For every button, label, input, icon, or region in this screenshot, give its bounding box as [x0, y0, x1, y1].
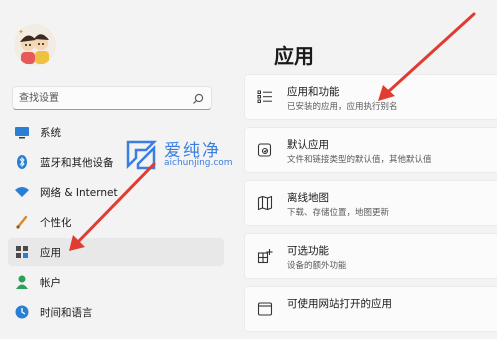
- sidebar-item-label: 应用: [40, 246, 61, 259]
- avatar-image: ✦: [14, 24, 56, 66]
- card-subtitle: 设备的额外功能: [287, 261, 347, 271]
- sidebar-item-label: 蓝牙和其他设备: [40, 156, 114, 169]
- default-app-icon: [257, 142, 273, 158]
- apps-icon: [14, 244, 30, 260]
- card-apps-for-websites[interactable]: 可使用网站打开的应用: [244, 286, 497, 332]
- sidebar-item-time-language[interactable]: 时间和语言: [8, 298, 224, 326]
- sidebar-item-label: 个性化: [40, 216, 72, 229]
- card-title: 默认应用: [287, 139, 329, 151]
- sidebar-item-label: 系统: [40, 126, 61, 139]
- globe-clock-icon: [14, 304, 30, 320]
- brush-icon: [14, 214, 30, 230]
- card-subtitle: 文件和链接类型的默认值，其他默认值: [287, 155, 432, 165]
- search-box[interactable]: [12, 86, 212, 110]
- person-icon: [14, 274, 30, 290]
- card-title: 可使用网站打开的应用: [287, 298, 392, 310]
- page-title: 应用: [274, 44, 314, 68]
- map-icon: [257, 195, 273, 211]
- optional-features-icon: [257, 248, 273, 264]
- search-icon[interactable]: [191, 91, 205, 105]
- sidebar-item-apps[interactable]: 应用: [8, 238, 224, 266]
- sidebar-item-accounts[interactable]: 帐户: [8, 268, 224, 296]
- watermark: 爱纯净 aichunjing.com: [124, 136, 234, 176]
- monitor-icon: [14, 124, 30, 140]
- card-subtitle: 已安装的应用，应用执行别名: [287, 102, 398, 112]
- sidebar-item-personalization[interactable]: 个性化: [8, 208, 224, 236]
- card-default-apps[interactable]: 默认应用 文件和链接类型的默认值，其他默认值: [244, 127, 497, 173]
- watermark-logo-icon: [126, 140, 158, 170]
- card-subtitle: 下载、存储位置，地图更新: [287, 208, 390, 218]
- web-app-icon: [257, 301, 273, 317]
- card-offline-maps[interactable]: 离线地图 下载、存储位置，地图更新: [244, 180, 497, 226]
- card-apps-features[interactable]: 应用和功能 已安装的应用，应用执行别名: [244, 74, 497, 120]
- card-optional-features[interactable]: 可选功能 设备的额外功能: [244, 233, 497, 279]
- sidebar-item-label: 网络 & Internet: [40, 186, 118, 199]
- sidebar-item-label: 时间和语言: [40, 306, 93, 319]
- search-input[interactable]: [19, 90, 189, 106]
- card-title: 离线地图: [287, 192, 329, 204]
- avatar[interactable]: ✦: [14, 24, 56, 66]
- bluetooth-icon: [14, 154, 30, 170]
- sidebar-item-label: 帐户: [40, 276, 61, 289]
- svg-text:✦: ✦: [18, 28, 24, 36]
- watermark-url: aichunjing.com: [164, 158, 233, 168]
- settings-card-list: 应用和功能 已安装的应用，应用执行别名 默认应用 文件和链接类型的默认值，其他默…: [244, 74, 497, 339]
- list-icon: [257, 89, 273, 105]
- sidebar-item-network[interactable]: 网络 & Internet: [8, 178, 224, 206]
- card-title: 可选功能: [287, 245, 329, 257]
- card-title: 应用和功能: [287, 86, 340, 98]
- wifi-icon: [14, 184, 30, 200]
